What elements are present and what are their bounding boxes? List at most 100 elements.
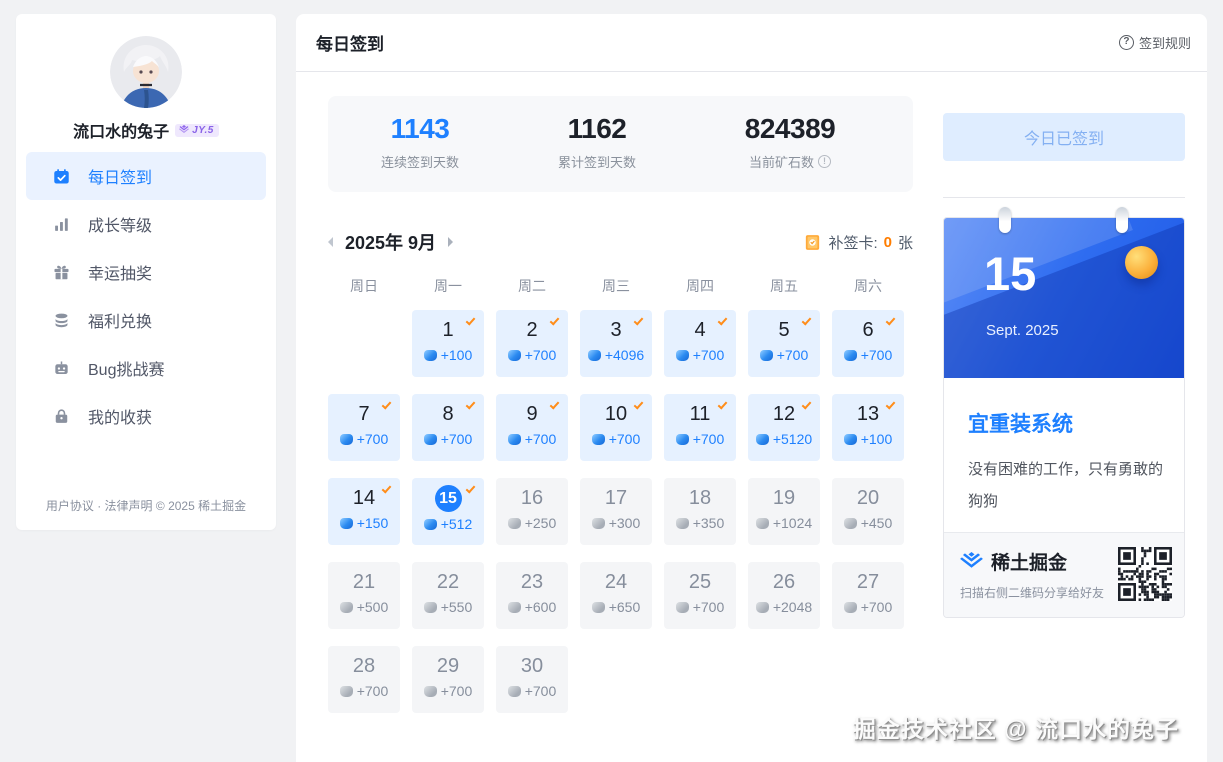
card-cover-image: 15 Sept. 2025 bbox=[944, 218, 1184, 378]
sidebar-item-growth-level[interactable]: 成长等级 bbox=[26, 200, 266, 248]
calendar-ring-icon bbox=[999, 207, 1011, 233]
check-icon bbox=[634, 315, 644, 325]
day-number: 21 bbox=[353, 569, 375, 595]
ore-icon bbox=[424, 602, 437, 613]
sidebar-item-label: 每日签到 bbox=[88, 164, 152, 188]
sidebar-item-coins[interactable]: 福利兑换 bbox=[26, 296, 266, 344]
day-reward: +5120 bbox=[773, 431, 812, 447]
day-number: 30 bbox=[521, 653, 543, 679]
makeup-card-counter[interactable]: 补签卡: 0 张 bbox=[803, 232, 913, 253]
calendar-day-cell: 10 +700 bbox=[580, 394, 652, 461]
day-number: 9 bbox=[526, 401, 537, 427]
calendar-day-cell: 14 +150 bbox=[328, 478, 400, 545]
makeup-card-unit: 张 bbox=[898, 232, 913, 253]
check-icon bbox=[718, 315, 728, 325]
makeup-card-count: 0 bbox=[884, 234, 892, 251]
check-icon bbox=[802, 315, 812, 325]
info-icon[interactable]: ! bbox=[818, 155, 831, 168]
calendar-day-cell: 19 +1024 bbox=[748, 478, 820, 545]
sidebar-footer: 用户协议 · 法律声明 © 2025 稀土掘金 bbox=[16, 497, 276, 514]
check-icon bbox=[466, 483, 476, 493]
calendar-day-cell: 11 +700 bbox=[664, 394, 736, 461]
makeup-card-icon bbox=[803, 233, 822, 252]
ore-icon bbox=[424, 686, 437, 697]
sidebar-item-robot[interactable]: Bug挑战赛 bbox=[26, 344, 266, 392]
day-number: 18 bbox=[689, 485, 711, 511]
juejin-logo-icon bbox=[960, 552, 983, 572]
ore-icon bbox=[844, 602, 857, 613]
calendar-day-cell: 24 +650 bbox=[580, 562, 652, 629]
stat-value: 1143 bbox=[376, 113, 464, 145]
day-reward: +700 bbox=[441, 431, 473, 447]
day-number: 6 bbox=[862, 317, 873, 343]
calendar-day-cell: 25 +700 bbox=[664, 562, 736, 629]
calendar-day-cell: 8 +700 bbox=[412, 394, 484, 461]
sidebar-item-label: 幸运抽奖 bbox=[88, 260, 152, 284]
calendar-day-cell: 27 +700 bbox=[832, 562, 904, 629]
ore-icon bbox=[756, 434, 769, 445]
growth-level-icon bbox=[52, 215, 70, 233]
page-title: 每日签到 bbox=[316, 30, 384, 55]
check-icon bbox=[550, 315, 560, 325]
calendar-day-cell: 5 +700 bbox=[748, 310, 820, 377]
day-number: 3 bbox=[610, 317, 621, 343]
day-reward: +700 bbox=[357, 431, 389, 447]
day-number: 4 bbox=[694, 317, 705, 343]
brand-name: 稀土掘金 bbox=[991, 548, 1067, 575]
day-reward: +600 bbox=[525, 599, 557, 615]
checkin-rules-link[interactable]: ? 签到规则 bbox=[1119, 33, 1191, 52]
day-reward: +700 bbox=[525, 347, 557, 363]
calendar-ring-icon bbox=[1116, 207, 1128, 233]
day-reward: +650 bbox=[609, 599, 641, 615]
username: 流口水的兔子 bbox=[73, 118, 169, 142]
prev-month-icon[interactable] bbox=[328, 237, 333, 247]
ore-icon bbox=[508, 686, 521, 697]
card-footer: 稀土掘金 扫描右侧二维码分享给好友 bbox=[944, 532, 1184, 617]
calendar-day-cell: 23 +600 bbox=[496, 562, 568, 629]
day-number: 1 bbox=[442, 317, 453, 343]
day-number: 14 bbox=[353, 485, 375, 511]
check-icon bbox=[718, 399, 728, 409]
ore-icon bbox=[508, 602, 521, 613]
day-reward: +100 bbox=[861, 431, 893, 447]
calendar-day-cell: 9 +700 bbox=[496, 394, 568, 461]
stat-value: 1162 bbox=[542, 113, 652, 145]
day-number: 19 bbox=[773, 485, 795, 511]
day-reward: +700 bbox=[861, 347, 893, 363]
sidebar-item-gift[interactable]: 幸运抽奖 bbox=[26, 248, 266, 296]
card-title: 宜重装系统 bbox=[968, 408, 1160, 438]
daily-checkin-page: 流口水的兔子 JY.5 每日签到 成长等级 幸运抽奖 福利兑换 Bug挑战赛 我… bbox=[0, 0, 1223, 762]
calendar-day-cell: 17 +300 bbox=[580, 478, 652, 545]
level-badge-label: JY.5 bbox=[192, 125, 214, 136]
qr-code bbox=[1118, 547, 1172, 601]
calendar-day-cell: 16 +250 bbox=[496, 478, 568, 545]
check-icon bbox=[382, 399, 392, 409]
calendar-day-cell: 13 +100 bbox=[832, 394, 904, 461]
weekday-label: 周三 bbox=[580, 276, 652, 296]
ore-icon bbox=[592, 602, 605, 613]
sidebar-menu: 每日签到 成长等级 幸运抽奖 福利兑换 Bug挑战赛 我的收获 bbox=[16, 152, 276, 440]
rules-label: 签到规则 bbox=[1139, 33, 1191, 52]
calendar-check-icon bbox=[52, 167, 70, 185]
avatar[interactable] bbox=[110, 36, 182, 108]
day-number: 13 bbox=[857, 401, 879, 427]
ore-icon bbox=[844, 518, 857, 529]
signed-today-button[interactable]: 今日已签到 bbox=[943, 113, 1185, 161]
day-reward: +512 bbox=[441, 516, 473, 532]
day-reward: +4096 bbox=[605, 347, 644, 363]
daily-quote-card: 15 Sept. 2025 宜重装系统 没有困难的工作，只有勇敢的狗狗 稀土掘金… bbox=[943, 217, 1185, 618]
day-reward: +550 bbox=[441, 599, 473, 615]
check-icon bbox=[886, 399, 896, 409]
sidebar-item-calendar-check[interactable]: 每日签到 bbox=[26, 152, 266, 200]
coins-icon bbox=[52, 311, 70, 329]
day-reward: +700 bbox=[525, 683, 557, 699]
day-number: 29 bbox=[437, 653, 459, 679]
main-header: 每日签到 ? 签到规则 bbox=[296, 14, 1207, 72]
calendar-day-cell: 4 +700 bbox=[664, 310, 736, 377]
stat-value: 824389 bbox=[710, 113, 870, 145]
ore-icon bbox=[340, 434, 353, 445]
sidebar-item-bag[interactable]: 我的收获 bbox=[26, 392, 266, 440]
day-reward: +700 bbox=[777, 347, 809, 363]
day-reward: +300 bbox=[609, 515, 641, 531]
next-month-icon[interactable] bbox=[448, 237, 453, 247]
